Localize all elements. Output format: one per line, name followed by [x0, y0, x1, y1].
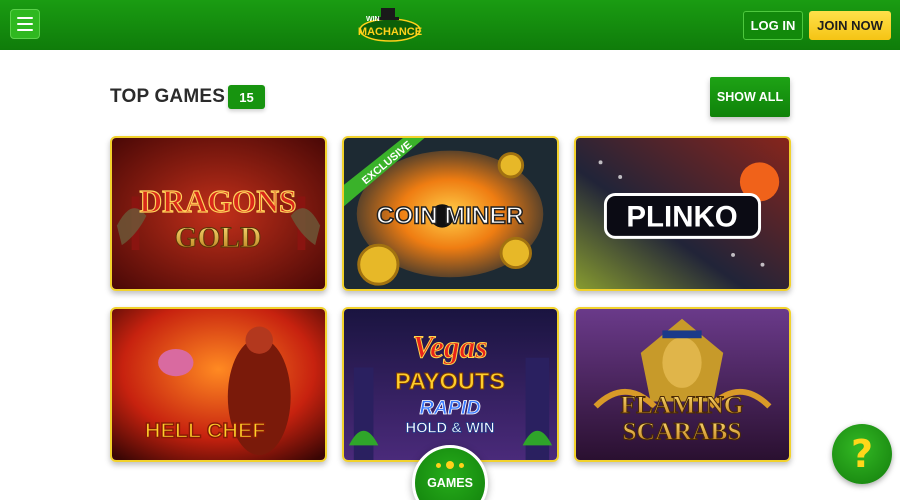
svg-text:WIN: WIN [366, 16, 380, 23]
game-title-rapid: RAPID [419, 397, 480, 419]
game-tile-vegas-payouts[interactable]: Vegas PAYOUTS RAPID HOLD & WIN [342, 307, 559, 462]
question-mark-icon: ? [850, 432, 874, 476]
help-button[interactable]: ? [832, 424, 892, 484]
game-title-vegas: Vegas [412, 330, 487, 365]
join-now-button[interactable]: JOIN NOW [809, 11, 891, 40]
game-title-scarabs: SCARABS [622, 418, 741, 446]
section-title: TOP GAMES [110, 86, 226, 107]
game-tile-dragons-gold[interactable]: DRAGONS GOLD [110, 136, 327, 291]
game-title-coin-miner: COIN MINER [376, 203, 524, 230]
svg-text:MACHANCE: MACHANCE [358, 26, 422, 38]
login-button[interactable]: LOG IN [743, 11, 803, 40]
game-title-hold-win: HOLD & WIN [405, 421, 494, 437]
games-dots-icon [436, 461, 464, 469]
games-label: GAMES [427, 476, 473, 490]
site-logo[interactable]: WIN MACHANCE [357, 6, 423, 44]
game-title-hell-chef: HELL CHEF [145, 419, 266, 443]
game-tile-flaming-scarabs[interactable]: FLAMING SCARABS [574, 307, 791, 462]
game-title-flaming: FLAMING [620, 391, 743, 419]
game-title-dragons: DRAGONS [140, 184, 297, 219]
games-count-badge: 15 [228, 85, 265, 109]
game-title-payouts: PAYOUTS [395, 368, 505, 394]
game-title-gold: GOLD [175, 222, 262, 254]
game-title-plinko: PLINKO [626, 201, 737, 234]
game-tile-coin-miner[interactable]: EXCLUSIVE COIN MINER [342, 136, 559, 291]
top-header: WIN MACHANCE LOG IN JOIN NOW [0, 0, 900, 50]
game-tile-hell-chef[interactable]: HELL CHEF [110, 307, 327, 462]
game-tile-plinko[interactable]: PLINKO [574, 136, 791, 291]
show-all-button[interactable]: SHOW ALL [710, 77, 790, 117]
hamburger-menu-icon[interactable] [10, 9, 40, 39]
